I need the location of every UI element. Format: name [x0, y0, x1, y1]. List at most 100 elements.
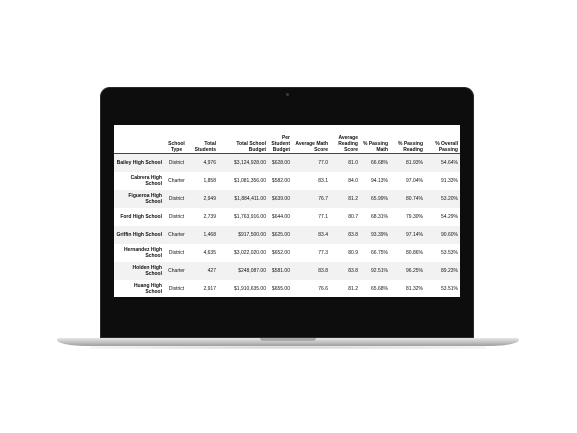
row-header: Griffin High School: [116, 231, 162, 238]
table-cell: $1,884,411.00: [234, 195, 266, 202]
table-cell: 53.20%: [441, 195, 458, 202]
webcam-icon: [285, 93, 289, 96]
column-header: Per Student Budget: [268, 125, 292, 154]
table-cell: 76.7: [318, 195, 328, 202]
table-cell: 77.3: [318, 249, 328, 256]
column-header: % Passing Math: [360, 125, 390, 154]
table-cell: 80.9: [348, 249, 358, 256]
table-row: Huang High School District 2,917 $1,910,…: [114, 280, 460, 298]
table-cell: $1,910,635.00: [234, 285, 266, 292]
table-cell: 84.0: [348, 177, 358, 184]
table-cell: 97.04%: [406, 177, 423, 184]
table-cell: Charter: [168, 177, 185, 184]
row-header: Huang High School: [133, 282, 162, 295]
column-header: Average Math Score: [292, 125, 330, 154]
table-cell: 427: [207, 267, 216, 274]
table-cell: 53.51%: [441, 285, 458, 292]
table-cell: $652.00: [271, 249, 290, 256]
table-cell: District: [168, 249, 185, 256]
laptop-hinge-notch: [260, 338, 316, 341]
table-row: Bailey High School District 4,976 $3,124…: [114, 153, 460, 172]
table-cell: $1,081,356.00: [234, 177, 266, 184]
table-cell: 77.0: [318, 159, 328, 166]
table-cell: 2,949: [203, 195, 216, 202]
table-cell: 81.0: [348, 159, 358, 166]
school-summary-table: School Type Total Students Total School …: [114, 125, 460, 297]
table-cell: 66.68%: [371, 159, 388, 166]
table-cell: 54.64%: [441, 159, 458, 166]
table-row: Cabrera High School Charter 1,858 $1,081…: [114, 172, 460, 190]
table-cell: $917,500.00: [238, 231, 266, 238]
column-header: School Type: [164, 125, 189, 154]
table-row: Ford High School District 2,739 $1,763,9…: [114, 208, 460, 226]
laptop-screen: School Type Total Students Total School …: [114, 125, 460, 297]
table-cell: 2,917: [203, 285, 216, 292]
table-cell: 97.14%: [406, 231, 423, 238]
table-cell: District: [168, 213, 185, 220]
table-cell: 83.1: [318, 177, 328, 184]
row-header: Bailey High School: [116, 159, 162, 166]
table-cell: 1,858: [203, 177, 216, 184]
table-cell: $628.00: [271, 159, 290, 166]
row-header: Ford High School: [120, 213, 162, 220]
table-cell: 2,739: [203, 213, 216, 220]
table-cell: $3,022,020.00: [234, 249, 266, 256]
laptop-shadow: [90, 346, 486, 349]
table-cell: 83.4: [318, 231, 328, 238]
column-header: Total Students: [189, 125, 218, 154]
table-cell: 66.75%: [371, 249, 388, 256]
table-row: Griffin High School Charter 1,468 $917,5…: [114, 225, 460, 244]
column-header: % Overall Passing: [425, 125, 460, 154]
table-cell: 96.25%: [406, 267, 423, 274]
column-header: Average Reading Score: [330, 125, 360, 154]
laptop-base: [57, 338, 519, 346]
table-cell: 54.29%: [441, 213, 458, 220]
table-row: Hernandez High School District 4,635 $3,…: [114, 244, 460, 262]
table-cell: $3,124,928.00: [234, 159, 266, 166]
table-cell: 80.7: [348, 213, 358, 220]
table-cell: 68.31%: [371, 213, 388, 220]
table-cell: 53.53%: [441, 249, 458, 256]
table-cell: 83.8: [348, 231, 358, 238]
table-cell: 65.99%: [371, 195, 388, 202]
table-cell: $655.00: [271, 285, 290, 292]
table-cell: 1,468: [203, 231, 216, 238]
column-header: % Passing Reading: [390, 125, 425, 154]
table-cell: 4,635: [203, 249, 216, 256]
table-corner-cell: [114, 125, 164, 154]
table-cell: 65.68%: [371, 285, 388, 292]
table-cell: District: [168, 195, 185, 202]
table-cell: 89.23%: [441, 267, 458, 274]
table-cell: 80.74%: [406, 195, 423, 202]
row-header: Figueroa High School: [128, 192, 162, 205]
table-cell: $582.00: [271, 177, 290, 184]
column-header: Total School Budget: [218, 125, 268, 154]
table-cell: $639.00: [271, 195, 290, 202]
table-cell: Charter: [168, 267, 185, 274]
table-cell: 92.51%: [371, 267, 388, 274]
table-cell: District: [168, 159, 185, 166]
table-cell: 83.8: [318, 267, 328, 274]
table-cell: $625.00: [271, 231, 290, 238]
table-cell: $581.00: [271, 267, 290, 274]
table-cell: 81.2: [348, 285, 358, 292]
table-cell: 90.60%: [441, 231, 458, 238]
row-header: Hernandez High School: [123, 246, 162, 259]
table-cell: 4,976: [203, 159, 216, 166]
table-header-row: School Type Total Students Total School …: [114, 125, 460, 154]
table-cell: 81.93%: [406, 159, 423, 166]
table-cell: 81.2: [348, 195, 358, 202]
table-cell: $1,763,916.00: [234, 213, 266, 220]
table-cell: 77.1: [318, 213, 328, 220]
table-row: Holden High School Charter 427 $248,087.…: [114, 261, 460, 280]
table-cell: District: [168, 285, 185, 292]
table-cell: $644.00: [271, 213, 290, 220]
table-cell: 76.6: [318, 285, 328, 292]
table-cell: 81.32%: [406, 285, 423, 292]
table-cell: 93.39%: [371, 231, 388, 238]
table-cell: 80.86%: [406, 249, 423, 256]
row-header: Holden High School: [132, 264, 162, 277]
table-cell: 79.30%: [406, 213, 423, 220]
table-row: Figueroa High School District 2,949 $1,8…: [114, 189, 460, 208]
table-cell: $248,087.00: [238, 267, 266, 274]
